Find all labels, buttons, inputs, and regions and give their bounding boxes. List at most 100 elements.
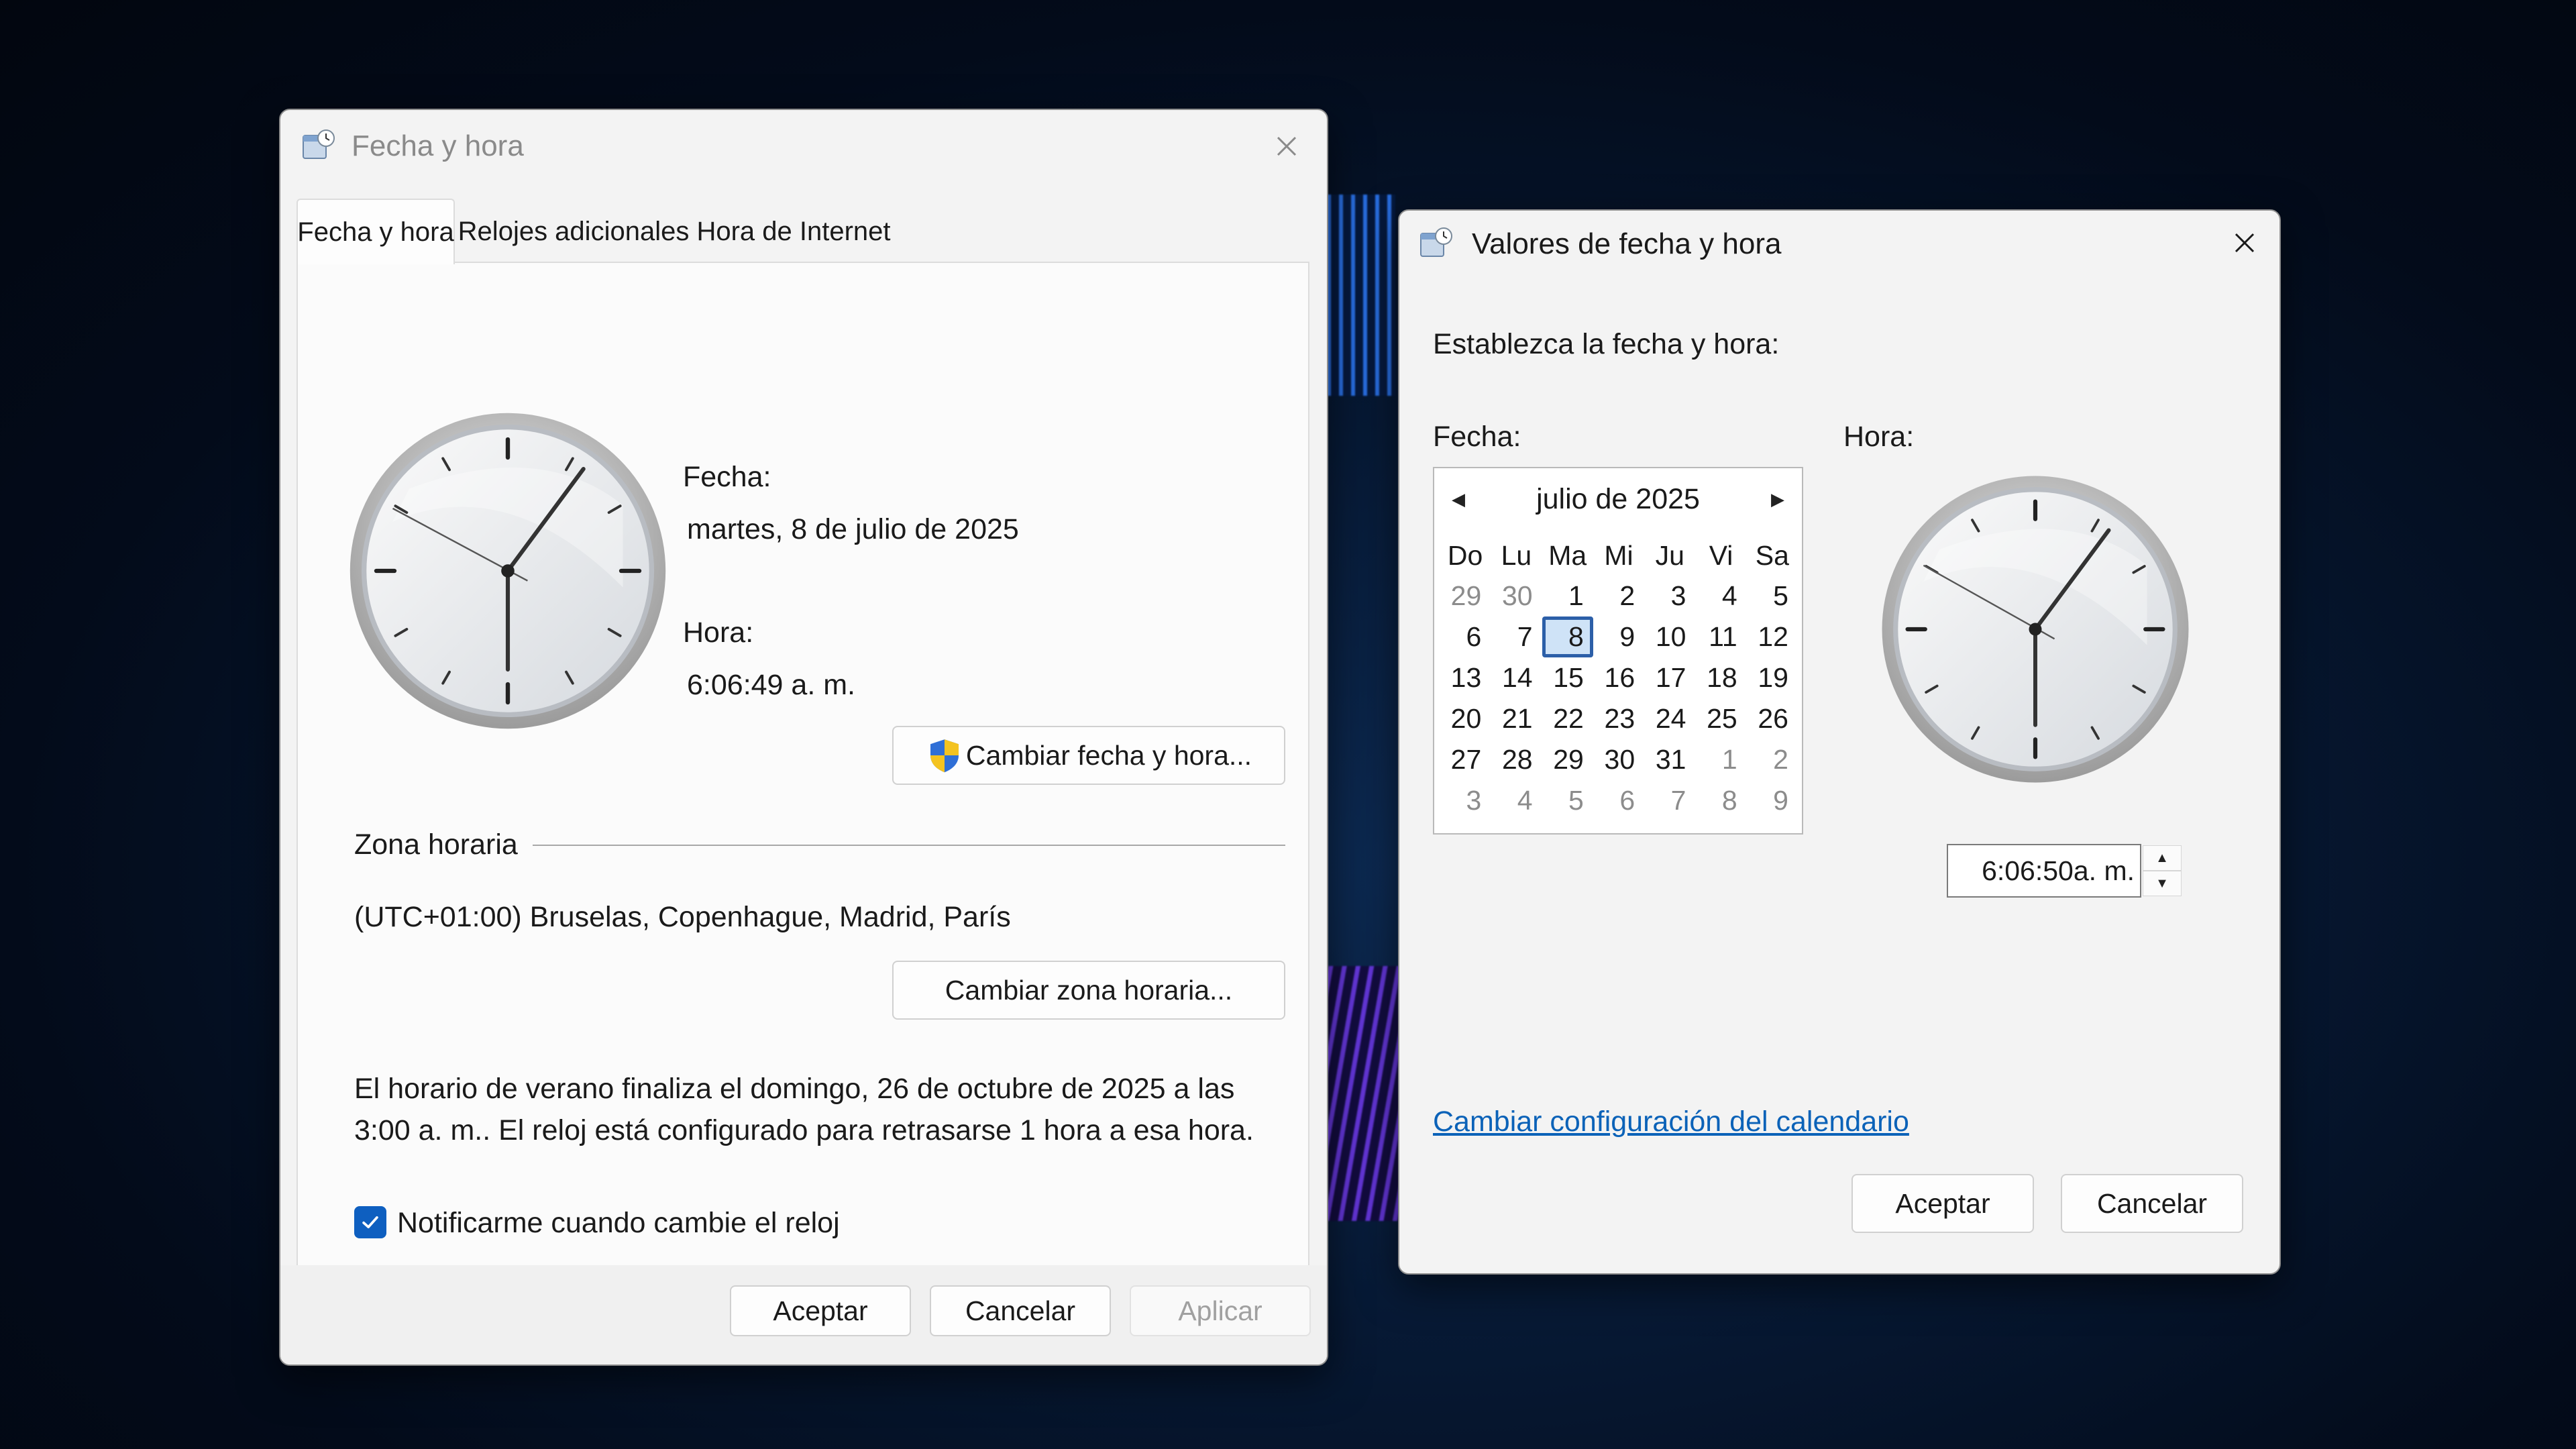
notify-checkbox-label[interactable]: Notificarme cuando cambie el reloj xyxy=(397,1207,840,1239)
dst-info-line-1: El horario de verano finaliza el domingo… xyxy=(354,1073,1235,1105)
calendar-day-selected[interactable]: 8 xyxy=(1542,616,1593,657)
calendar-day[interactable]: 1 xyxy=(1695,739,1746,780)
checkmark-icon xyxy=(362,1216,378,1228)
timezone-value: (UTC+01:00) Bruselas, Copenhague, Madrid… xyxy=(354,901,1011,933)
calendar-day[interactable]: 7 xyxy=(1491,616,1542,657)
weekday-header: Ju xyxy=(1655,540,1684,571)
timezone-heading: Zona horaria xyxy=(354,828,518,861)
calendar-day[interactable]: 29 xyxy=(1542,739,1593,780)
calendar-day[interactable]: 12 xyxy=(1747,616,1798,657)
calendar-day[interactable]: 31 xyxy=(1644,739,1695,780)
time-increment-button[interactable]: ▲ xyxy=(2143,845,2182,871)
calendar-day[interactable]: 19 xyxy=(1747,657,1798,698)
date-time-icon xyxy=(1420,227,1452,257)
calendar-day[interactable]: 1 xyxy=(1542,576,1593,616)
tab-panel: Fecha: martes, 8 de julio de 2025 Hora: … xyxy=(297,262,1309,1285)
time-input[interactable]: 6:06:50a. m. xyxy=(1947,844,2141,898)
tab-relojes-adicionales[interactable]: Relojes adicionales xyxy=(456,199,691,264)
change-date-time-button[interactable]: Cambiar fecha y hora... xyxy=(892,726,1285,785)
button-label: Cancelar xyxy=(2096,1187,2208,1219)
triangle-up-icon: ▲ xyxy=(2155,850,2169,865)
weekday-header: Do xyxy=(1447,540,1483,571)
calendar-day[interactable]: 5 xyxy=(1542,780,1593,821)
calendar-month-title[interactable]: julio de 2025 xyxy=(1481,478,1755,521)
calendar-day[interactable]: 3 xyxy=(1440,780,1491,821)
time-label: Hora: xyxy=(1843,421,1915,453)
previous-month-button[interactable]: ◀ xyxy=(1440,478,1477,521)
calendar-day[interactable]: 6 xyxy=(1593,780,1644,821)
calendar-grid: Do Lu Ma Mi Ju Vi Sa 29 30 1 2 3 4 5 6 7 8 9 10 11 12 13 14 15 1… xyxy=(1440,535,1798,821)
calendar-day[interactable]: 21 xyxy=(1491,698,1542,739)
calendar-day[interactable]: 18 xyxy=(1695,657,1746,698)
window-title: Valores de fecha y hora xyxy=(1472,227,1782,260)
ok-button[interactable]: Aceptar xyxy=(1851,1174,2034,1233)
weekday-header: Ma xyxy=(1548,540,1587,571)
title-bar: Valores de fecha y hora xyxy=(1399,211,2279,280)
calendar-day[interactable]: 30 xyxy=(1593,739,1644,780)
calendar-day[interactable]: 9 xyxy=(1593,616,1644,657)
calendar-day[interactable]: 8 xyxy=(1695,780,1746,821)
button-label: Aceptar xyxy=(773,1295,868,1326)
calendar-day[interactable]: 11 xyxy=(1695,616,1746,657)
calendar-day[interactable]: 28 xyxy=(1491,739,1542,780)
apply-button[interactable]: Aplicar xyxy=(1130,1285,1311,1336)
close-icon[interactable] xyxy=(1267,126,1307,166)
tab-fecha-y-hora[interactable]: Fecha y hora xyxy=(297,199,455,264)
calendar-day[interactable]: 26 xyxy=(1747,698,1798,739)
calendar-day[interactable]: 9 xyxy=(1747,780,1798,821)
notify-checkbox[interactable] xyxy=(354,1206,386,1238)
date-time-settings-dialog: Valores de fecha y hora Establezca la fe… xyxy=(1398,209,2281,1275)
chevron-left-icon: ◀ xyxy=(1452,488,1465,509)
calendar-day[interactable]: 14 xyxy=(1491,657,1542,698)
calendar-day[interactable]: 16 xyxy=(1593,657,1644,698)
calendar-day[interactable]: 13 xyxy=(1440,657,1491,698)
calendar-day[interactable]: 22 xyxy=(1542,698,1593,739)
calendar-day[interactable]: 17 xyxy=(1644,657,1695,698)
date-time-window: Fecha y hora Fecha y hora Relojes adicio… xyxy=(279,109,1328,1366)
calendar-day[interactable]: 2 xyxy=(1747,739,1798,780)
cancel-button[interactable]: Cancelar xyxy=(930,1285,1111,1336)
calendar-day[interactable]: 4 xyxy=(1491,780,1542,821)
calendar-header: ◀ julio de 2025 ▶ xyxy=(1434,478,1802,521)
analog-clock-icon xyxy=(1882,476,2189,783)
cancel-button[interactable]: Cancelar xyxy=(2061,1174,2243,1233)
next-month-button[interactable]: ▶ xyxy=(1759,478,1796,521)
dialog-footer: Aceptar Cancelar Aplicar xyxy=(280,1265,1327,1364)
calendar-day[interactable]: 6 xyxy=(1440,616,1491,657)
button-label: Aplicar xyxy=(1178,1295,1263,1326)
calendar-day[interactable]: 25 xyxy=(1695,698,1746,739)
calendar-day[interactable]: 24 xyxy=(1644,698,1695,739)
tab-label: Hora de Internet xyxy=(696,216,891,246)
calendar: ◀ julio de 2025 ▶ Do Lu Ma Mi Ju Vi Sa 29 30 1 2 3 4… xyxy=(1433,467,1803,835)
calendar-day[interactable]: 27 xyxy=(1440,739,1491,780)
date-value: martes, 8 de julio de 2025 xyxy=(687,513,1019,545)
close-icon[interactable] xyxy=(2224,223,2265,263)
calendar-day[interactable]: 5 xyxy=(1747,576,1798,616)
tab-label: Relojes adicionales xyxy=(458,216,690,246)
calendar-day[interactable]: 2 xyxy=(1593,576,1644,616)
instruction-text: Establezca la fecha y hora: xyxy=(1433,328,1780,360)
calendar-settings-link[interactable]: Cambiar configuración del calendario xyxy=(1433,1106,1909,1138)
weekday-header: Sa xyxy=(1755,540,1789,571)
calendar-day[interactable]: 7 xyxy=(1644,780,1695,821)
calendar-day[interactable]: 3 xyxy=(1644,576,1695,616)
weekday-header: Mi xyxy=(1604,540,1633,571)
tab-hora-de-internet[interactable]: Hora de Internet xyxy=(691,199,896,264)
calendar-day[interactable]: 23 xyxy=(1593,698,1644,739)
window-title: Fecha y hora xyxy=(352,129,524,162)
date-label: Fecha: xyxy=(683,461,771,493)
calendar-day[interactable]: 4 xyxy=(1695,576,1746,616)
calendar-day[interactable]: 15 xyxy=(1542,657,1593,698)
section-divider xyxy=(533,845,1285,846)
calendar-day[interactable]: 29 xyxy=(1440,576,1491,616)
dst-info-line-2: 3:00 a. m.. El reloj está configurado pa… xyxy=(354,1114,1254,1146)
button-label: Cambiar zona horaria... xyxy=(945,974,1233,1006)
time-decrement-button[interactable]: ▼ xyxy=(2143,871,2182,896)
time-value: 6:06:49 a. m. xyxy=(687,669,855,701)
calendar-day[interactable]: 30 xyxy=(1491,576,1542,616)
calendar-day[interactable]: 20 xyxy=(1440,698,1491,739)
change-timezone-button[interactable]: Cambiar zona horaria... xyxy=(892,961,1285,1020)
ok-button[interactable]: Aceptar xyxy=(730,1285,911,1336)
calendar-day[interactable]: 10 xyxy=(1644,616,1695,657)
date-label: Fecha: xyxy=(1433,421,1521,453)
